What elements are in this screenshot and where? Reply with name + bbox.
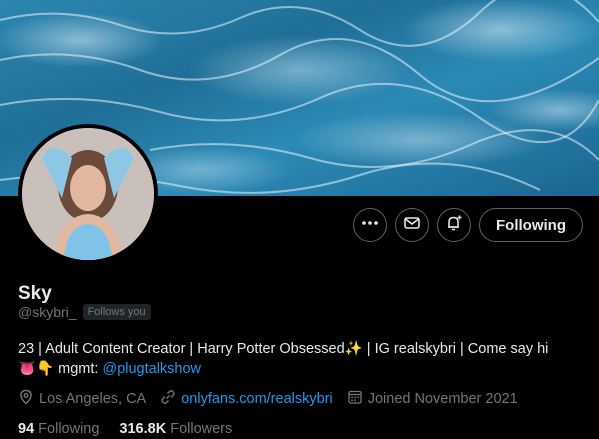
profile-meta: Los Angeles, CA onlyfans.com/realskybri … — [18, 389, 518, 409]
follow-counts: 94 Following 316.8K Followers — [18, 421, 232, 437]
joined-text: Joined November 2021 — [367, 391, 518, 407]
following-count-link[interactable]: 94 Following — [18, 421, 99, 437]
link-icon — [160, 389, 176, 409]
location: Los Angeles, CA — [18, 389, 146, 409]
followers-count-link[interactable]: 316.8K Followers — [119, 421, 232, 437]
followers-label: Followers — [170, 421, 233, 437]
bio-line-1: 23 | Adult Content Creator | Harry Potte… — [18, 339, 588, 359]
profile-name: Sky — [18, 283, 52, 304]
tongue-emoji: 👅 — [18, 361, 37, 377]
mgmt-label: mgmt: — [54, 361, 103, 377]
calendar-icon — [347, 389, 363, 409]
following-count: 94 — [18, 421, 35, 437]
point-down-emoji: 👇 — [36, 361, 55, 377]
followers-count: 316.8K — [119, 421, 167, 437]
location-text: Los Angeles, CA — [39, 391, 147, 407]
avatar[interactable] — [18, 124, 158, 264]
message-button[interactable] — [395, 208, 430, 242]
profile-handle: @skybri_ — [18, 304, 77, 320]
website-link[interactable]: onlyfans.com/realskybri — [181, 391, 333, 407]
bio-line-2: 👅👇 mgmt: @plugtalkshow — [18, 359, 588, 379]
sparkles-emoji: ✨ — [344, 341, 363, 357]
handle-row: @skybri_ Follows you — [18, 304, 151, 320]
bio-text: 23 | Adult Content Creator | Harry Potte… — [18, 341, 345, 357]
more-button[interactable] — [353, 208, 388, 242]
joined-date: Joined November 2021 — [347, 389, 518, 409]
more-icon — [361, 214, 379, 237]
bio-text-rest: | IG realskybri | Come say hi — [362, 341, 549, 357]
profile-actions: Following — [353, 208, 583, 242]
location-pin-icon — [18, 389, 34, 409]
follows-you-badge: Follows you — [82, 304, 151, 320]
mention-link[interactable]: @plugtalkshow — [102, 361, 201, 377]
mail-icon — [403, 214, 421, 237]
following-label: Following — [38, 421, 100, 437]
bell-plus-icon — [445, 214, 463, 237]
profile-bio: 23 | Adult Content Creator | Harry Potte… — [18, 339, 588, 379]
avatar-image — [22, 128, 154, 260]
following-button[interactable]: Following — [479, 208, 583, 242]
website: onlyfans.com/realskybri — [160, 389, 333, 409]
notifications-button[interactable] — [437, 208, 472, 242]
